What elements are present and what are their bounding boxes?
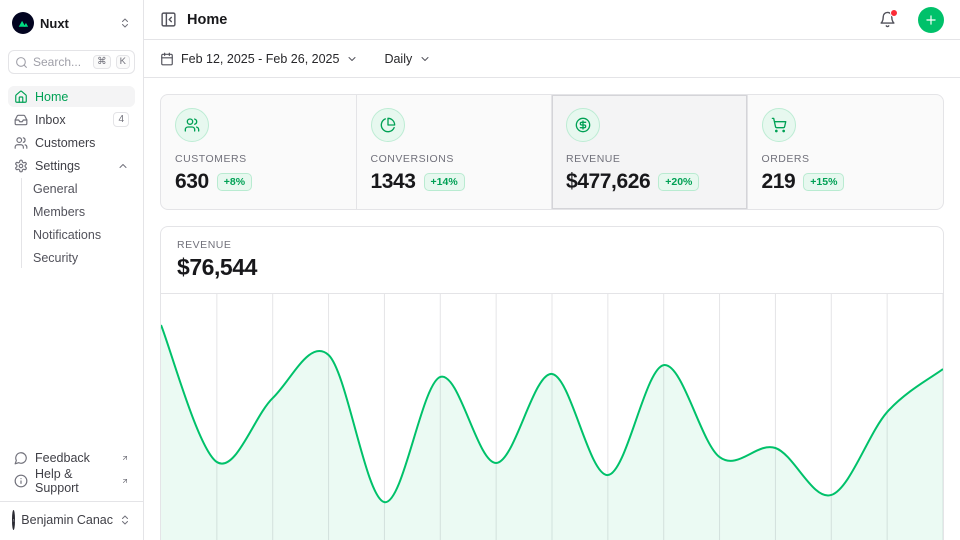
sidebar-footer: Feedback Help & Support (8, 447, 135, 497)
pie-chart-icon (371, 108, 405, 142)
notifications-button[interactable] (879, 11, 896, 28)
sidebar-item-customers[interactable]: Customers (8, 132, 135, 153)
sidebar-item-label: Inbox (35, 113, 106, 127)
users-icon (14, 136, 28, 150)
notification-dot (890, 9, 898, 17)
stats-row: CUSTOMERS 630 +8% CONVERSIONS 1343 +14% (160, 94, 944, 210)
app-window: Nuxt Search... ⌘ K Home (0, 0, 960, 540)
search-placeholder: Search... (33, 55, 88, 69)
main-header: Home (144, 0, 960, 40)
stat-label: ORDERS (762, 153, 930, 165)
inbox-icon (14, 113, 28, 127)
nuxt-logo-icon (12, 12, 34, 34)
sidebar-nav: Home Inbox 4 Customers Settings (8, 86, 135, 268)
sidebar-item-settings[interactable]: Settings (8, 155, 135, 176)
date-range-value: Feb 12, 2025 - Feb 26, 2025 (181, 52, 339, 66)
inbox-count-badge: 4 (113, 112, 129, 127)
filters-toolbar: Feb 12, 2025 - Feb 26, 2025 Daily (144, 40, 960, 78)
arrow-up-right-icon (121, 454, 129, 462)
stat-label: CUSTOMERS (175, 153, 342, 165)
chevron-down-icon (419, 53, 431, 65)
workspace-name: Nuxt (40, 16, 113, 31)
stat-delta-badge: +15% (803, 173, 844, 191)
chevron-down-icon (346, 53, 358, 65)
period-value: Daily (384, 52, 412, 66)
user-menu[interactable]: Benjamin Canac (8, 508, 135, 532)
chart-label: REVENUE (177, 239, 927, 251)
feedback-link[interactable]: Feedback (8, 447, 135, 468)
info-icon (14, 474, 28, 488)
calendar-icon (160, 52, 174, 66)
shopping-cart-icon (762, 108, 796, 142)
stat-card-customers[interactable]: CUSTOMERS 630 +8% (161, 95, 357, 209)
stat-value: $477,626 (566, 170, 650, 194)
chevron-up-icon (117, 160, 129, 172)
home-icon (14, 90, 28, 104)
sidebar-item-inbox[interactable]: Inbox 4 (8, 109, 135, 130)
collapse-sidebar-button[interactable] (160, 11, 177, 28)
circle-dollar-icon (566, 108, 600, 142)
page-title: Home (187, 12, 869, 28)
sidebar-item-home[interactable]: Home (8, 86, 135, 107)
main-panel: Home Feb 12, 2025 - Feb 26, 2025 (144, 0, 960, 540)
chevrons-up-down-icon (119, 17, 131, 29)
search-input[interactable]: Search... ⌘ K (8, 50, 135, 74)
sidebar-item-label: Settings (35, 159, 110, 173)
avatar (12, 510, 15, 530)
stat-delta-badge: +14% (424, 173, 465, 191)
chart-header: REVENUE $76,544 (161, 227, 943, 294)
date-range-picker[interactable]: Feb 12, 2025 - Feb 26, 2025 (160, 52, 358, 66)
chevrons-up-down-icon (119, 514, 131, 526)
kbd-cmd: ⌘ (93, 55, 111, 69)
sidebar-item-label: Customers (35, 136, 129, 150)
stat-value: 219 (762, 170, 796, 194)
user-name: Benjamin Canac (21, 513, 113, 527)
arrow-up-right-icon (121, 477, 129, 485)
stat-label: REVENUE (566, 153, 733, 165)
period-select[interactable]: Daily (384, 52, 431, 66)
message-circle-icon (14, 451, 28, 465)
content-area: CUSTOMERS 630 +8% CONVERSIONS 1343 +14% (144, 78, 960, 540)
sidebar: Nuxt Search... ⌘ K Home (0, 0, 144, 540)
sidebar-item-general[interactable]: General (31, 178, 135, 199)
search-icon (15, 56, 28, 69)
stat-card-conversions[interactable]: CONVERSIONS 1343 +14% (357, 95, 553, 209)
gear-icon (14, 159, 28, 173)
kbd-k: K (116, 55, 130, 69)
sidebar-item-security[interactable]: Security (31, 247, 135, 268)
stat-card-orders[interactable]: ORDERS 219 +15% (748, 95, 944, 209)
stat-card-revenue[interactable]: REVENUE $477,626 +20% (552, 95, 748, 209)
settings-subnav: General Members Notifications Security (21, 178, 135, 268)
sidebar-item-notifications[interactable]: Notifications (31, 224, 135, 245)
workspace-switcher[interactable]: Nuxt (8, 10, 135, 36)
sidebar-item-label: Home (35, 90, 129, 104)
help-support-link[interactable]: Help & Support (8, 470, 135, 491)
revenue-chart-card: REVENUE $76,544 14 Feb16 Feb18 Feb20 Feb… (160, 226, 944, 540)
add-button[interactable] (918, 7, 944, 33)
stat-label: CONVERSIONS (371, 153, 538, 165)
chart-value: $76,544 (177, 254, 927, 281)
stat-value: 630 (175, 170, 209, 194)
revenue-area-chart[interactable]: 14 Feb16 Feb18 Feb20 Feb22 Feb24 Feb (161, 294, 943, 540)
users-icon (175, 108, 209, 142)
stat-delta-badge: +20% (658, 173, 699, 191)
stat-value: 1343 (371, 170, 416, 194)
sidebar-item-members[interactable]: Members (31, 201, 135, 222)
stat-delta-badge: +8% (217, 173, 252, 191)
